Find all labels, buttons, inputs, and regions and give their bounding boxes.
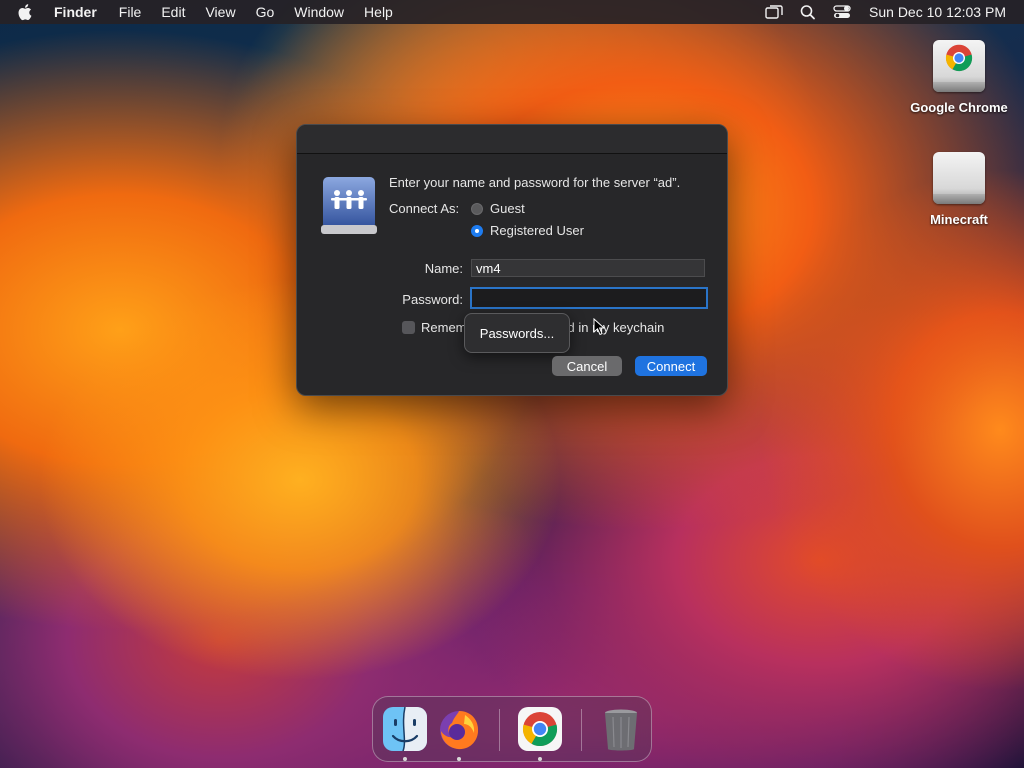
running-indicator xyxy=(403,757,407,761)
dock xyxy=(372,696,652,762)
control-center-icon[interactable] xyxy=(833,4,851,20)
connect-as-label: Connect As: xyxy=(389,201,460,216)
dialog-prompt: Enter your name and password for the ser… xyxy=(389,175,681,190)
menu-go[interactable]: Go xyxy=(256,4,275,20)
name-field[interactable] xyxy=(471,259,705,277)
name-label: Name: xyxy=(424,261,463,276)
chrome-icon[interactable] xyxy=(516,705,564,753)
connect-button[interactable]: Connect xyxy=(635,356,707,376)
menu-view[interactable]: View xyxy=(205,4,235,20)
menu-edit[interactable]: Edit xyxy=(161,4,185,20)
desktop-icon-minecraft[interactable]: Minecraft xyxy=(904,146,1014,227)
radio-button[interactable] xyxy=(471,202,483,215)
radio-guest[interactable]: Guest xyxy=(471,201,525,216)
password-field[interactable] xyxy=(470,287,708,309)
radio-button-selected[interactable] xyxy=(471,224,483,237)
running-indicator xyxy=(538,757,542,761)
menu-bar: Finder File Edit View Go Window Help Sun… xyxy=(0,0,1024,24)
passwords-popover-button[interactable]: Passwords... xyxy=(464,313,570,353)
chrome-drive-icon xyxy=(929,34,989,96)
dock-separator xyxy=(499,709,500,751)
running-indicator xyxy=(457,757,461,761)
remember-label-right: d in my keychain xyxy=(567,320,665,335)
dock-separator xyxy=(581,709,582,751)
remember-checkbox[interactable] xyxy=(402,321,415,334)
trash-icon[interactable] xyxy=(597,705,645,753)
menu-window[interactable]: Window xyxy=(294,4,344,20)
file-server-icon xyxy=(321,177,377,234)
menu-help[interactable]: Help xyxy=(364,4,393,20)
finder-icon[interactable] xyxy=(381,705,429,753)
desktop-icon-label: Google Chrome xyxy=(910,100,1008,115)
apple-menu-icon[interactable] xyxy=(16,2,36,22)
desktop-icon-label: Minecraft xyxy=(930,212,988,227)
firefox-icon[interactable] xyxy=(435,705,483,753)
search-icon[interactable] xyxy=(799,4,817,20)
screen-mirroring-icon[interactable] xyxy=(765,4,783,20)
menu-app-name[interactable]: Finder xyxy=(54,4,97,20)
mouse-cursor-icon xyxy=(593,318,605,336)
radio-label: Registered User xyxy=(490,223,584,238)
cancel-button[interactable]: Cancel xyxy=(552,356,622,376)
radio-registered-user[interactable]: Registered User xyxy=(471,223,584,238)
server-login-dialog: Enter your name and password for the ser… xyxy=(296,124,728,396)
radio-label: Guest xyxy=(490,201,525,216)
menu-clock[interactable]: Sun Dec 10 12:03 PM xyxy=(869,4,1006,20)
password-label: Password: xyxy=(402,292,463,307)
dialog-titlebar[interactable] xyxy=(297,125,727,154)
menu-file[interactable]: File xyxy=(119,4,142,20)
desktop-icon-google-chrome[interactable]: Google Chrome xyxy=(904,34,1014,115)
drive-icon xyxy=(929,146,989,208)
remember-label-left: Remem xyxy=(421,320,467,335)
